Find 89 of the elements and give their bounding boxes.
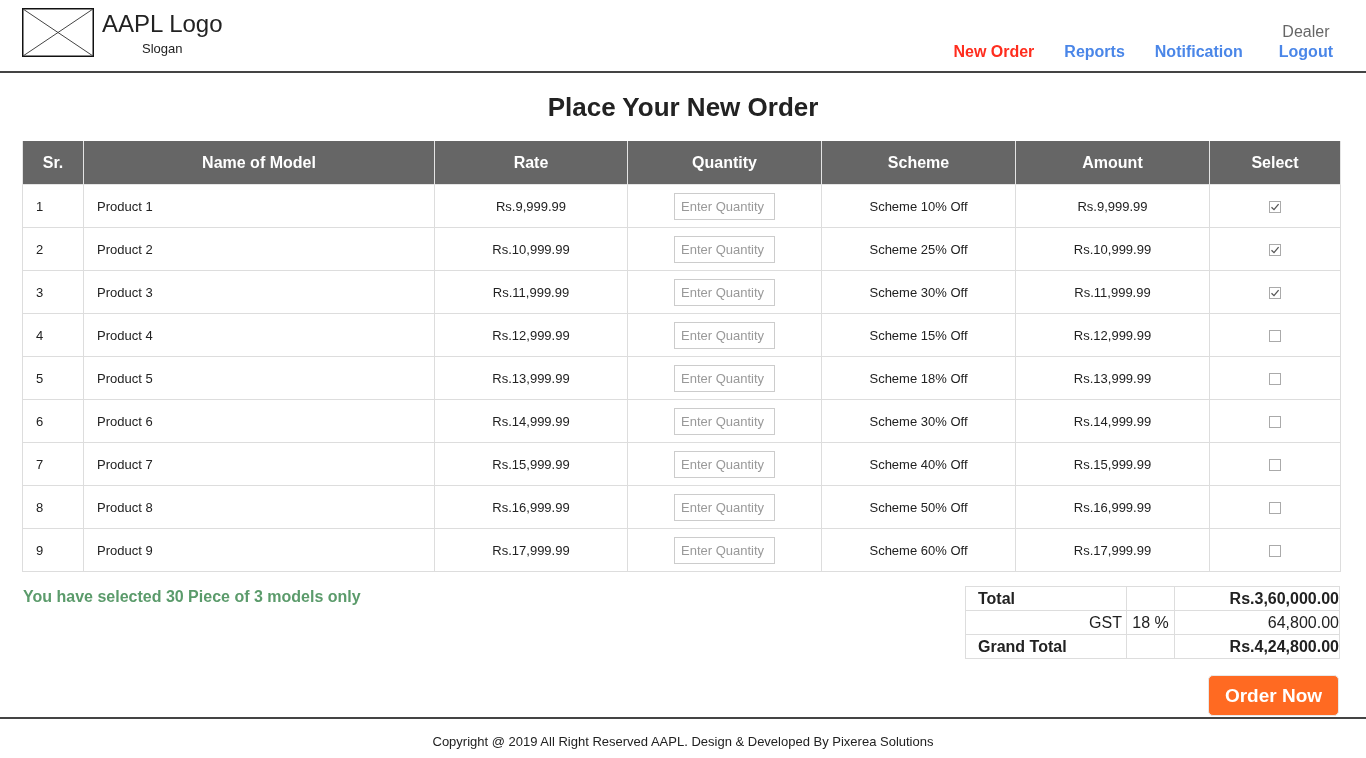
table-cell: 3 [22,270,84,314]
table-cell: Rs.11,999.99 [434,270,628,314]
logout-link[interactable]: Logout [1278,42,1333,62]
table-cell: Rs.9,999.99 [1015,184,1210,228]
summary-label: Grand Total [965,634,1127,659]
column-header: Amount [1015,141,1210,185]
table-cell: Product 1 [83,184,435,228]
nav-link[interactable]: New Order [953,42,1035,62]
quantity-input[interactable]: Enter Quantity [674,278,775,306]
checkbox[interactable] [1269,201,1281,214]
table-cell: Product 9 [83,528,435,572]
table-cell: 4 [22,313,84,357]
column-header: Sr. [22,141,84,185]
checkbox[interactable] [1269,545,1281,558]
table-cell: Product 8 [83,485,435,529]
table-cell: Scheme 30% Off [821,399,1016,443]
checkbox[interactable] [1269,330,1281,343]
table-cell: Product 2 [83,227,435,271]
table-cell: Rs.9,999.99 [434,184,628,228]
copyright-text: Copyright @ 2019 All Right Reserved AAPL. Design & Developed By Pixerea Solutions [432,734,934,749]
column-header: Name of Model [83,141,435,185]
checkbox[interactable] [1269,373,1281,386]
table-cell: Scheme 18% Off [821,356,1016,400]
table-cell: 9 [22,528,84,572]
table-cell: Rs.17,999.99 [434,528,628,572]
column-header: Scheme [821,141,1016,185]
table-cell: Product 5 [83,356,435,400]
table-cell: Scheme 15% Off [821,313,1016,357]
table-cell: Product 4 [83,313,435,357]
table-cell: Rs.17,999.99 [1015,528,1210,572]
table-cell: Rs.16,999.99 [434,485,628,529]
column-header: Quantity [627,141,822,185]
summary-value: Rs.3,60,000.00 [1174,586,1340,611]
nav-link[interactable]: Notification [1154,42,1243,62]
table-cell: 1 [22,184,84,228]
table-cell: Rs.12,999.99 [1015,313,1210,357]
table-cell: Rs.13,999.99 [434,356,628,400]
table-cell: Rs.15,999.99 [1015,442,1210,486]
table-cell: Rs.13,999.99 [1015,356,1210,400]
table-cell: Product 3 [83,270,435,314]
order-now-button[interactable]: Order Now [1208,675,1339,716]
table-cell: Scheme 10% Off [821,184,1016,228]
checkbox[interactable] [1269,244,1281,257]
column-header: Select [1209,141,1341,185]
checkbox[interactable] [1269,416,1281,429]
nav-link[interactable]: Reports [1064,42,1125,62]
table-cell: Rs.16,999.99 [1015,485,1210,529]
table-cell: Rs.14,999.99 [434,399,628,443]
tax-rate: 18 % [1126,610,1175,635]
quantity-input[interactable]: Enter Quantity [674,493,775,521]
table-cell: Rs.14,999.99 [1015,399,1210,443]
quantity-input[interactable]: Enter Quantity [674,192,775,220]
quantity-input[interactable]: Enter Quantity [674,235,775,263]
selection-summary-text: You have selected 30 Piece of 3 models only [23,587,361,607]
logo-text: AAPL Logo [102,10,223,38]
table-cell: Rs.10,999.99 [434,227,628,271]
table-cell: Product 7 [83,442,435,486]
page-title: Place Your New Order [547,92,819,122]
summary-value: Rs.4,24,800.00 [1174,634,1340,659]
table-cell: Rs.15,999.99 [434,442,628,486]
table-cell: 6 [22,399,84,443]
tax-value: 64,800.00 [1174,610,1340,635]
table-cell: Scheme 50% Off [821,485,1016,529]
summary-label: Total [965,586,1127,611]
column-header: Rate [434,141,628,185]
quantity-input[interactable]: Enter Quantity [674,407,775,435]
table-cell: 2 [22,227,84,271]
slogan: Slogan [142,41,183,57]
checkbox[interactable] [1269,287,1281,300]
table-cell: Rs.10,999.99 [1015,227,1210,271]
image-placeholder-icon [22,8,94,57]
checkbox[interactable] [1269,459,1281,472]
quantity-input[interactable]: Enter Quantity [674,536,775,564]
checkbox[interactable] [1269,502,1281,515]
table-cell: Scheme 30% Off [821,270,1016,314]
table-cell: Scheme 25% Off [821,227,1016,271]
table-cell: Scheme 40% Off [821,442,1016,486]
table-cell: Scheme 60% Off [821,528,1016,572]
tax-label: GST [965,610,1127,635]
quantity-input[interactable]: Enter Quantity [674,364,775,392]
user-role-label: Dealer [1282,22,1330,42]
table-cell: Rs.11,999.99 [1015,270,1210,314]
table-cell: Product 6 [83,399,435,443]
table-cell: Rs.12,999.99 [434,313,628,357]
table-cell: 5 [22,356,84,400]
table-cell: 8 [22,485,84,529]
table-cell: 7 [22,442,84,486]
quantity-input[interactable]: Enter Quantity [674,321,775,349]
quantity-input[interactable]: Enter Quantity [674,450,775,478]
